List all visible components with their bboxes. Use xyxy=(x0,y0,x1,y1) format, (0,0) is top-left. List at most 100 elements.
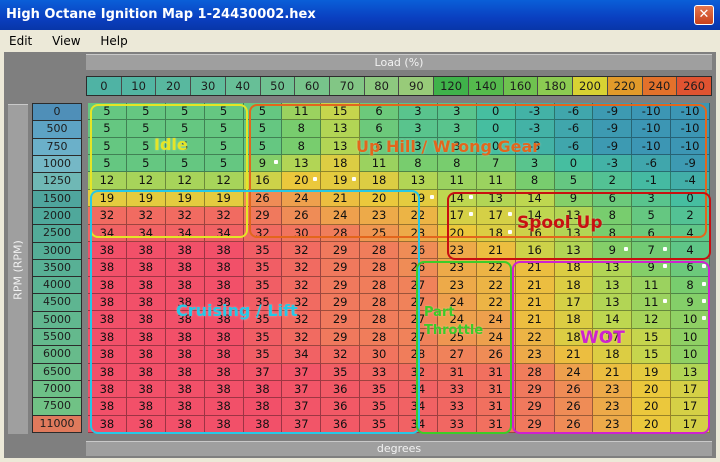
map-cell[interactable]: -1 xyxy=(632,172,672,190)
map-cell[interactable]: 36 xyxy=(321,398,361,416)
map-cell[interactable]: 5 xyxy=(632,207,672,225)
map-cell[interactable]: 8 xyxy=(282,137,322,156)
map-cell[interactable]: -9 xyxy=(593,103,633,121)
map-cell[interactable]: 5 xyxy=(165,137,205,156)
map-cell[interactable]: 26 xyxy=(399,259,438,277)
map-cell[interactable]: 24 xyxy=(282,189,322,208)
map-cell[interactable]: 21 xyxy=(515,259,555,277)
map-cell[interactable]: 21 xyxy=(554,346,594,364)
map-cell[interactable]: 22 xyxy=(476,259,516,277)
map-cell[interactable]: 6 xyxy=(360,137,399,156)
map-cell[interactable]: 11 xyxy=(476,172,516,190)
map-cell[interactable]: -9 xyxy=(671,155,710,173)
map-cell[interactable]: 0 xyxy=(476,103,516,121)
map-cell[interactable]: 32 xyxy=(282,328,322,347)
map-cell[interactable]: 32 xyxy=(282,311,322,329)
map-cell[interactable]: 16 xyxy=(243,172,283,190)
map-cell[interactable]: 32 xyxy=(126,207,166,225)
map-cell[interactable]: 28 xyxy=(360,328,399,347)
map-cell[interactable]: 20 xyxy=(360,189,399,208)
map-cell[interactable]: -6 xyxy=(554,137,594,156)
map-cell[interactable]: 34 xyxy=(204,224,244,242)
map-cell[interactable]: 35 xyxy=(360,398,399,416)
map-cell[interactable]: 28 xyxy=(321,224,361,242)
map-cell[interactable]: 13 xyxy=(399,172,438,190)
map-cell[interactable]: 3 xyxy=(437,137,477,156)
map-cell[interactable]: 23 xyxy=(593,415,633,433)
map-cell[interactable]: 33 xyxy=(360,363,399,381)
map-cell[interactable]: 38 xyxy=(204,328,244,347)
map-cell[interactable]: 11 xyxy=(632,276,672,295)
map-cell[interactable]: 15 xyxy=(632,328,672,347)
map-cell[interactable]: 38 xyxy=(88,241,127,260)
map-cell[interactable]: 34 xyxy=(282,346,322,364)
map-cell[interactable]: 35 xyxy=(243,294,283,312)
map-cell[interactable]: 7 xyxy=(632,241,672,260)
map-cell[interactable]: 13 xyxy=(282,155,322,173)
map-cell[interactable]: 17 xyxy=(671,380,710,399)
map-cell[interactable]: 13 xyxy=(321,137,361,156)
map-cell[interactable]: 35 xyxy=(360,415,399,433)
map-cell[interactable]: 34 xyxy=(126,224,166,242)
map-cell[interactable]: 5 xyxy=(243,137,283,156)
map-cell[interactable]: 38 xyxy=(204,363,244,381)
map-cell[interactable]: 37 xyxy=(282,380,322,399)
map-cell[interactable]: 24 xyxy=(437,311,477,329)
map-cell[interactable]: 18 xyxy=(554,259,594,277)
map-cell[interactable]: 28 xyxy=(515,363,555,381)
map-cell[interactable]: 19 xyxy=(88,189,127,208)
map-cell[interactable]: 32 xyxy=(282,294,322,312)
map-cell[interactable]: 5 xyxy=(88,120,127,138)
map-cell[interactable]: 18 xyxy=(360,172,399,190)
menu-edit[interactable]: Edit xyxy=(0,30,39,52)
map-cell[interactable]: 38 xyxy=(88,380,127,399)
map-cell[interactable]: 34 xyxy=(399,380,438,399)
map-cell[interactable]: 24 xyxy=(476,328,516,347)
map-cell[interactable]: 5 xyxy=(204,137,244,156)
map-cell[interactable]: 13 xyxy=(554,207,594,225)
map-cell[interactable]: 31 xyxy=(476,363,516,381)
map-cell[interactable]: 37 xyxy=(282,363,322,381)
map-cell[interactable]: 13 xyxy=(593,259,633,277)
map-cell[interactable]: 19 xyxy=(165,189,205,208)
map-cell[interactable]: 3 xyxy=(399,120,438,138)
map-cell[interactable]: 38 xyxy=(165,259,205,277)
map-cell[interactable]: 0 xyxy=(554,155,594,173)
map-cell[interactable]: 26 xyxy=(399,241,438,260)
map-cell[interactable]: 23 xyxy=(593,380,633,399)
map-cell[interactable]: 26 xyxy=(554,380,594,399)
map-cell[interactable]: 0 xyxy=(476,120,516,138)
map-cell[interactable]: 19 xyxy=(204,189,244,208)
map-cell[interactable]: 15 xyxy=(632,346,672,364)
map-cell[interactable]: 38 xyxy=(126,398,166,416)
map-cell[interactable]: 32 xyxy=(243,224,283,242)
map-cell[interactable]: 34 xyxy=(165,224,205,242)
map-cell[interactable]: 5 xyxy=(165,120,205,138)
map-cell[interactable]: 9 xyxy=(554,189,594,208)
map-cell[interactable]: 19 xyxy=(321,172,361,190)
map-cell[interactable]: 38 xyxy=(126,328,166,347)
map-cell[interactable]: 37 xyxy=(243,363,283,381)
map-cell[interactable]: 13 xyxy=(321,120,361,138)
map-cell[interactable]: 13 xyxy=(593,294,633,312)
map-cell[interactable]: 24 xyxy=(476,311,516,329)
map-cell[interactable]: 21 xyxy=(515,311,555,329)
map-cell[interactable]: 5 xyxy=(88,103,127,121)
map-cell[interactable]: 38 xyxy=(204,398,244,416)
map-cell[interactable]: 20 xyxy=(632,398,672,416)
map-cell[interactable]: 36 xyxy=(321,415,361,433)
map-cell[interactable]: 20 xyxy=(282,172,322,190)
map-cell[interactable]: 9 xyxy=(243,155,283,173)
close-button[interactable]: ✕ xyxy=(694,5,714,25)
map-cell[interactable]: 23 xyxy=(437,259,477,277)
map-cell[interactable]: 12 xyxy=(126,172,166,190)
map-cell[interactable]: 29 xyxy=(321,276,361,295)
map-cell[interactable]: 32 xyxy=(88,207,127,225)
map-cell[interactable]: 18 xyxy=(321,155,361,173)
map-cell[interactable]: 12 xyxy=(204,172,244,190)
map-cell[interactable]: 28 xyxy=(360,276,399,295)
map-cell[interactable]: 35 xyxy=(243,328,283,347)
map-cell[interactable]: 38 xyxy=(126,241,166,260)
map-cell[interactable]: 6 xyxy=(593,189,633,208)
map-cell[interactable]: 30 xyxy=(282,224,322,242)
